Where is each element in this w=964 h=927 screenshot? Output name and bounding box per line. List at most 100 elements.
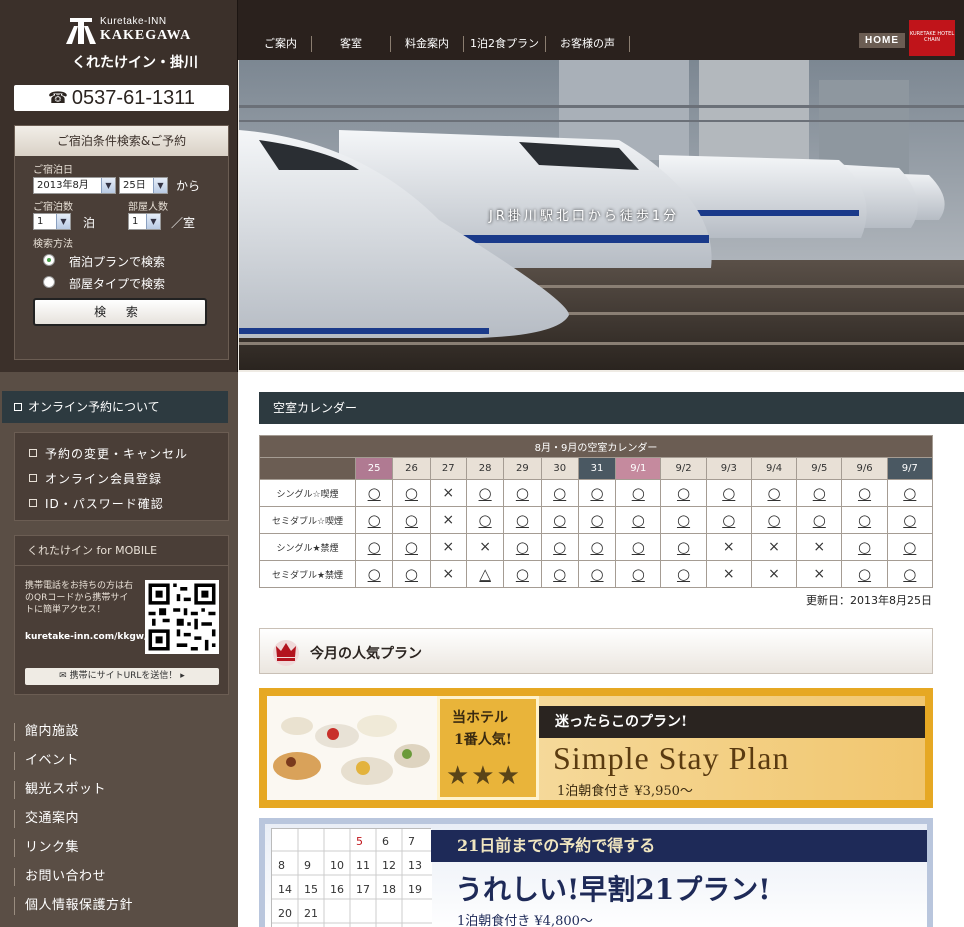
sidebar-link-privacy[interactable]: 個人情報保護方針 — [14, 897, 133, 915]
availability-link[interactable]: ○ — [368, 511, 381, 529]
calendar-cell[interactable]: ○ — [615, 506, 662, 534]
calendar-cell[interactable]: ○ — [577, 479, 617, 507]
calendar-cell[interactable]: ○ — [841, 533, 888, 561]
availability-link[interactable]: ○ — [813, 484, 826, 502]
calendar-cell[interactable]: ○ — [577, 506, 617, 534]
calendar-cell[interactable]: ○ — [841, 560, 888, 588]
availability-link[interactable]: ○ — [553, 484, 566, 502]
sidebar-link-contact[interactable]: お問い合わせ — [14, 868, 106, 886]
calendar-cell[interactable]: ○ — [392, 560, 431, 588]
availability-link[interactable]: ○ — [903, 484, 916, 502]
calendar-cell[interactable]: ○ — [705, 506, 752, 534]
sidebar-link-facilities[interactable]: 館内施設 — [14, 723, 79, 741]
availability-link[interactable]: ○ — [590, 484, 603, 502]
calendar-cell[interactable]: ○ — [886, 560, 934, 588]
nav-item-dinner-plan[interactable]: 1泊2食プラン — [464, 36, 546, 52]
radio-room[interactable] — [43, 276, 55, 288]
sidebar-item-id-password[interactable]: ID・パスワード確認 — [29, 495, 164, 512]
calendar-cell[interactable]: ○ — [392, 506, 431, 534]
send-url-button[interactable]: ✉ 携帯にサイトURLを送信！ ▸ — [25, 668, 219, 685]
availability-link[interactable]: ○ — [479, 484, 492, 502]
availability-link[interactable]: ○ — [405, 565, 418, 583]
availability-link[interactable]: ○ — [903, 565, 916, 583]
nav-item-prices[interactable]: 料金案内 — [391, 36, 464, 52]
availability-link[interactable]: ○ — [405, 538, 418, 556]
month-select[interactable]: 2013年8月 ▼ — [33, 177, 116, 194]
calendar-cell[interactable]: ○ — [615, 479, 662, 507]
sidebar-link-sightseeing[interactable]: 観光スポット — [14, 781, 106, 799]
sidebar-link-access[interactable]: 交通案内 — [14, 810, 79, 828]
plan-banner-simple-stay[interactable]: 当ホテル 1番人気! ★★★ 迷ったらこのプラン! Simple Stay Pl… — [259, 688, 933, 808]
calendar-cell[interactable]: ○ — [465, 506, 505, 534]
availability-link[interactable]: ○ — [405, 484, 418, 502]
radio-plan[interactable] — [43, 254, 55, 266]
availability-link[interactable]: ○ — [553, 511, 566, 529]
availability-link[interactable]: ○ — [767, 511, 780, 529]
calendar-cell[interactable]: ○ — [705, 479, 752, 507]
home-button[interactable]: HOME — [859, 33, 905, 48]
availability-link[interactable]: ○ — [677, 565, 690, 583]
calendar-cell[interactable]: ○ — [392, 479, 431, 507]
calendar-cell[interactable]: ○ — [503, 479, 542, 507]
availability-link[interactable]: △ — [479, 565, 491, 583]
availability-link[interactable]: ○ — [590, 511, 603, 529]
nav-item-reviews[interactable]: お客様の声 — [546, 36, 630, 52]
calendar-cell[interactable]: ○ — [354, 479, 394, 507]
availability-link[interactable]: ○ — [632, 484, 645, 502]
method-plan-label[interactable]: 宿泊プランで検索 — [69, 253, 165, 270]
chain-logo[interactable]: KURETAKE HOTEL CHAIN — [909, 20, 955, 56]
calendar-cell[interactable]: ○ — [660, 506, 707, 534]
availability-link[interactable]: ○ — [516, 565, 529, 583]
search-button[interactable]: 検 索 — [33, 298, 207, 326]
availability-link[interactable]: ○ — [722, 484, 735, 502]
calendar-cell[interactable]: ○ — [577, 533, 617, 561]
nights-select[interactable]: 1 ▼ — [33, 213, 71, 230]
method-room-label[interactable]: 部屋タイプで検索 — [69, 275, 165, 292]
calendar-cell[interactable]: ○ — [750, 479, 798, 507]
calendar-cell[interactable]: ○ — [503, 533, 542, 561]
calendar-cell[interactable]: ○ — [392, 533, 431, 561]
calendar-cell[interactable]: ○ — [615, 560, 662, 588]
availability-link[interactable]: ○ — [368, 538, 381, 556]
availability-link[interactable]: ○ — [516, 538, 529, 556]
calendar-cell[interactable]: ○ — [796, 479, 843, 507]
plan-banner-early-21[interactable]: 5 6 7 8 9 10 11 12 13 14 15 16 17 18 19 20 21 21日前までの予約で… — [259, 818, 933, 927]
calendar-cell[interactable]: ○ — [465, 479, 505, 507]
calendar-cell[interactable]: ○ — [886, 506, 934, 534]
availability-link[interactable]: ○ — [590, 538, 603, 556]
availability-link[interactable]: ○ — [903, 511, 916, 529]
calendar-cell[interactable]: △ — [465, 560, 505, 588]
availability-link[interactable]: ○ — [858, 538, 871, 556]
calendar-cell[interactable]: ○ — [841, 479, 888, 507]
availability-link[interactable]: ○ — [858, 565, 871, 583]
calendar-cell[interactable]: ○ — [540, 506, 579, 534]
availability-link[interactable]: ○ — [479, 511, 492, 529]
availability-link[interactable]: ○ — [553, 565, 566, 583]
site-logo[interactable]: Kuretake-INN KAKEGAWA くれたけイン・掛川 — [58, 12, 198, 72]
availability-link[interactable]: ○ — [632, 511, 645, 529]
calendar-cell[interactable]: ○ — [354, 533, 394, 561]
calendar-cell[interactable]: ○ — [503, 560, 542, 588]
availability-link[interactable]: ○ — [677, 538, 690, 556]
availability-link[interactable]: ○ — [677, 511, 690, 529]
availability-link[interactable]: ○ — [553, 538, 566, 556]
availability-link[interactable]: ○ — [368, 484, 381, 502]
calendar-cell[interactable]: ○ — [750, 506, 798, 534]
calendar-cell[interactable]: ○ — [841, 506, 888, 534]
calendar-cell[interactable]: ○ — [354, 560, 394, 588]
availability-link[interactable]: ○ — [516, 511, 529, 529]
availability-link[interactable]: ○ — [590, 565, 603, 583]
day-select[interactable]: 25日 ▼ — [119, 177, 168, 194]
calendar-cell[interactable]: ○ — [886, 533, 934, 561]
availability-link[interactable]: ○ — [903, 538, 916, 556]
availability-link[interactable]: ○ — [722, 511, 735, 529]
availability-link[interactable]: ○ — [405, 511, 418, 529]
availability-link[interactable]: ○ — [632, 538, 645, 556]
people-select[interactable]: 1 ▼ — [128, 213, 161, 230]
calendar-cell[interactable]: ○ — [886, 479, 934, 507]
calendar-cell[interactable]: ○ — [660, 560, 707, 588]
sidebar-item-change-cancel[interactable]: 予約の変更・キャンセル — [29, 445, 188, 462]
calendar-cell[interactable]: ○ — [540, 479, 579, 507]
online-reservation-heading[interactable]: オンライン予約について — [2, 391, 228, 423]
nav-item-rooms[interactable]: 客室 — [312, 36, 391, 52]
